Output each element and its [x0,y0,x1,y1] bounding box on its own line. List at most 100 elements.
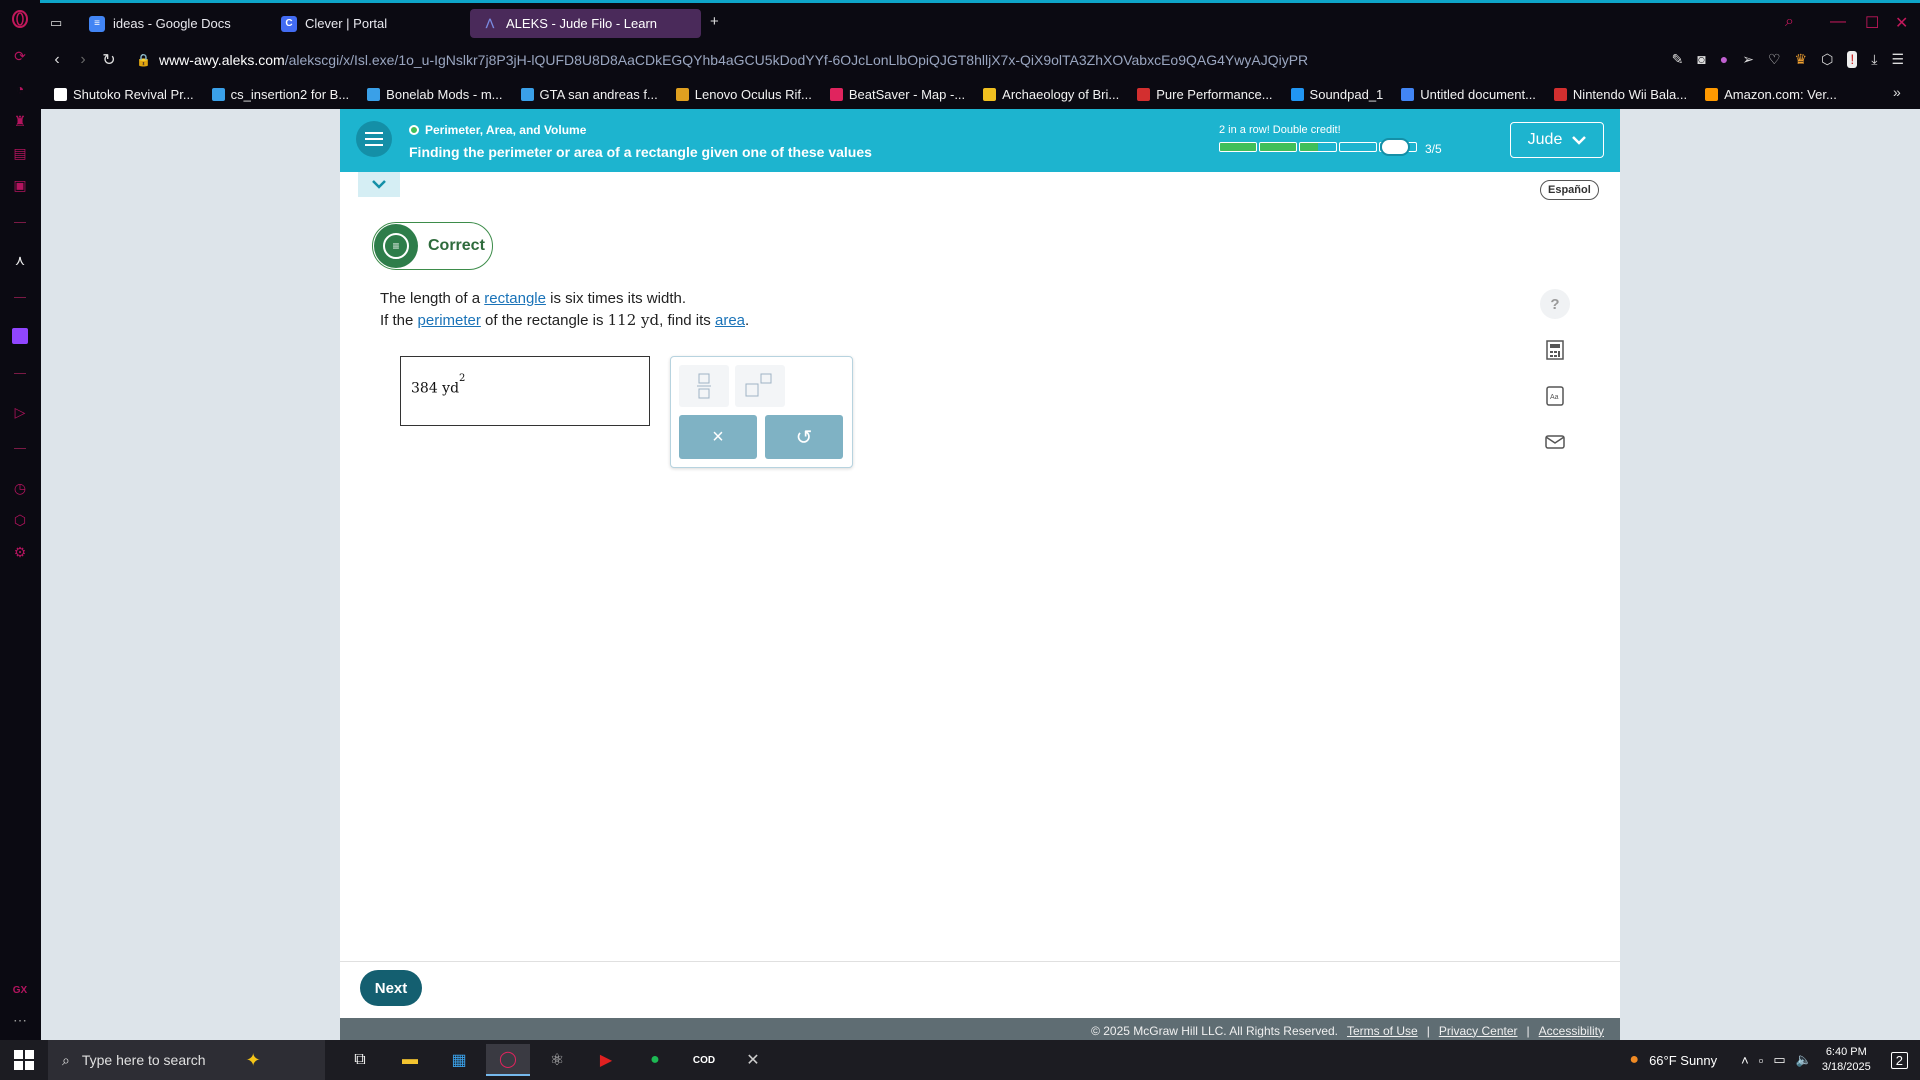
notifications-icon[interactable]: 2 [1890,1051,1908,1069]
close-icon[interactable]: ✕ [1895,13,1908,33]
bookmark-icon [983,87,997,101]
bookmark-item[interactable]: Lenovo Oculus Rif... [675,87,812,102]
answer-exponent: 2 [459,373,466,384]
heart-icon[interactable]: ♡ [1768,51,1781,68]
search-tabs-icon[interactable]: ⌕ [1785,13,1794,31]
fraction-tool-icon[interactable] [679,365,729,407]
file-explorer-icon[interactable]: ▬ [388,1044,432,1076]
url-field[interactable]: 🔒 www-awy.aleks.com/alekscgi/x/Isl.exe/1… [136,52,1308,68]
xbox-icon[interactable]: ✕ [731,1044,775,1076]
accessibility-link[interactable]: Accessibility [1539,1024,1604,1038]
gx-corner-icon[interactable]: ▤ [10,143,30,163]
menu-icon[interactable]: ☰ [1891,51,1904,68]
bookmark-item[interactable]: Amazon.com: Ver... [1705,87,1837,102]
task-view-icon[interactable]: ⧉ [338,1044,382,1076]
aleks-sidebar-icon[interactable]: ⋏ [10,250,30,270]
bookmarks-more-icon[interactable]: » [1893,84,1901,100]
bookmark-label: Shutoko Revival Pr... [73,86,194,102]
bookmark-item[interactable]: Untitled document... [1401,87,1536,102]
exponent-tool-icon[interactable] [735,365,785,407]
weather-text[interactable]: 66°F Sunny [1649,1053,1717,1068]
history-icon[interactable]: ◷ [10,478,30,498]
bookmark-item[interactable]: cs_insertion2 for B... [211,87,349,102]
progress-segment [1299,142,1337,152]
math-tool-panel: × ↺ [670,356,853,468]
store-icon[interactable]: ▦ [437,1044,481,1076]
send-icon[interactable]: ➢ [1742,51,1754,68]
maximize-icon[interactable]: ☐ [1865,13,1879,33]
bookmark-item[interactable]: Nintendo Wii Bala... [1553,87,1687,102]
device-icon[interactable]: ▫ [1759,1053,1764,1068]
opera-logo-icon[interactable] [10,9,30,29]
mail-icon[interactable] [1540,427,1570,457]
youtube-icon[interactable]: ▶ [584,1044,628,1076]
spotify-icon[interactable]: ● [633,1044,677,1076]
vpn-icon[interactable]: ● [1720,51,1728,68]
progress-segment [1219,142,1257,152]
user-menu-button[interactable]: Jude [1510,122,1604,158]
calculator-icon[interactable] [1540,335,1570,365]
tab-search-icon[interactable]: ▭ [50,15,62,31]
terms-link[interactable]: Terms of Use [1347,1024,1418,1038]
bookmark-item[interactable]: Bonelab Mods - m... [367,87,503,102]
privacy-link[interactable]: Privacy Center [1439,1024,1518,1038]
tab-clever[interactable]: C Clever | Portal [269,9,399,38]
sync-icon[interactable]: ⟳ [10,46,30,66]
tab-aleks[interactable]: ⋀ ALEKS - Jude Filo - Learn [470,9,701,38]
forward-icon[interactable]: › [70,51,96,69]
bookmark-item[interactable]: BeatSaver - Map -... [829,87,965,102]
extensions-icon[interactable]: ⬡ [10,510,30,530]
windows-start-icon[interactable] [14,1050,34,1070]
profile-icon[interactable]: ! [1847,51,1858,68]
espanol-toggle[interactable]: Español [1540,180,1599,200]
rectangle-link[interactable]: rectangle [484,290,546,307]
settings-gear-icon[interactable]: ⚙ [10,542,30,562]
feedback-badge[interactable]: ≡ Correct [372,222,493,270]
gx-control-icon[interactable]: ♜ [10,111,30,131]
medal-icon[interactable]: ♛ [1795,51,1808,68]
taskbar-search[interactable]: ⌕ Type here to search ✦ [48,1040,325,1080]
edit-icon[interactable]: ✎ [1672,51,1684,68]
bookmark-label: Archaeology of Bri... [1002,86,1120,102]
collapse-header-button[interactable] [358,172,400,197]
perimeter-link[interactable]: perimeter [418,312,481,329]
twitch-icon[interactable] [10,326,30,346]
messenger-icon[interactable]: ▣ [10,175,30,195]
answer-input[interactable]: 384 yd2 [400,356,650,426]
bookmark-item[interactable]: Pure Performance... [1137,87,1273,102]
new-tab-button[interactable]: + [710,13,719,30]
clear-button[interactable]: × [679,415,757,459]
volume-icon[interactable]: 🔈 [1796,1052,1812,1068]
bookmark-item[interactable]: Archaeology of Bri... [983,87,1119,102]
hamburger-menu-icon[interactable] [356,121,392,157]
bookmark-icon [829,87,843,101]
copyright: © 2025 McGraw Hill LLC. All Rights Reser… [1091,1023,1338,1038]
aleks-app: Perimeter, Area, and Volume Finding the … [340,109,1620,1043]
clock[interactable]: 6:40 PM 3/18/2025 [1822,1045,1871,1075]
player-icon[interactable]: ▷ [10,402,30,422]
bookmark-item[interactable]: Soundpad_1 [1290,87,1383,102]
back-icon[interactable]: ‹ [44,51,70,69]
next-button[interactable]: Next [360,970,422,1006]
reload-icon[interactable]: ↻ [96,50,122,70]
dictionary-icon[interactable]: Aa [1540,381,1570,411]
cube-icon[interactable]: ⬡ [1821,51,1833,68]
call-of-duty-icon[interactable]: COD [682,1044,726,1076]
tab-google-docs[interactable]: ≡ ideas - Google Docs [77,9,243,38]
download-icon[interactable]: ⤓ [1871,51,1877,68]
bookmark-item[interactable]: GTA san andreas f... [520,87,658,102]
undo-button[interactable]: ↺ [765,415,843,459]
camera-icon[interactable]: ◙ [1697,51,1705,68]
help-icon[interactable]: ? [1540,289,1570,319]
chevron-up-icon[interactable]: ˄ [1741,1053,1749,1068]
bookmark-item[interactable]: Shutoko Revival Pr... [54,87,194,102]
network-icon[interactable]: ▭ [1773,1052,1785,1068]
more-dots-icon[interactable]: ⋯ [10,1010,30,1030]
tab-label: ideas - Google Docs [113,16,231,31]
area-link[interactable]: area [715,312,745,329]
app-icon[interactable]: ⚛ [535,1044,579,1076]
limiter-icon[interactable]: ◔ [10,79,30,99]
opera-gx-taskbar-icon[interactable]: ◯ [486,1044,530,1076]
minimize-icon[interactable]: — [1830,13,1846,31]
sidebar-divider [14,448,26,449]
